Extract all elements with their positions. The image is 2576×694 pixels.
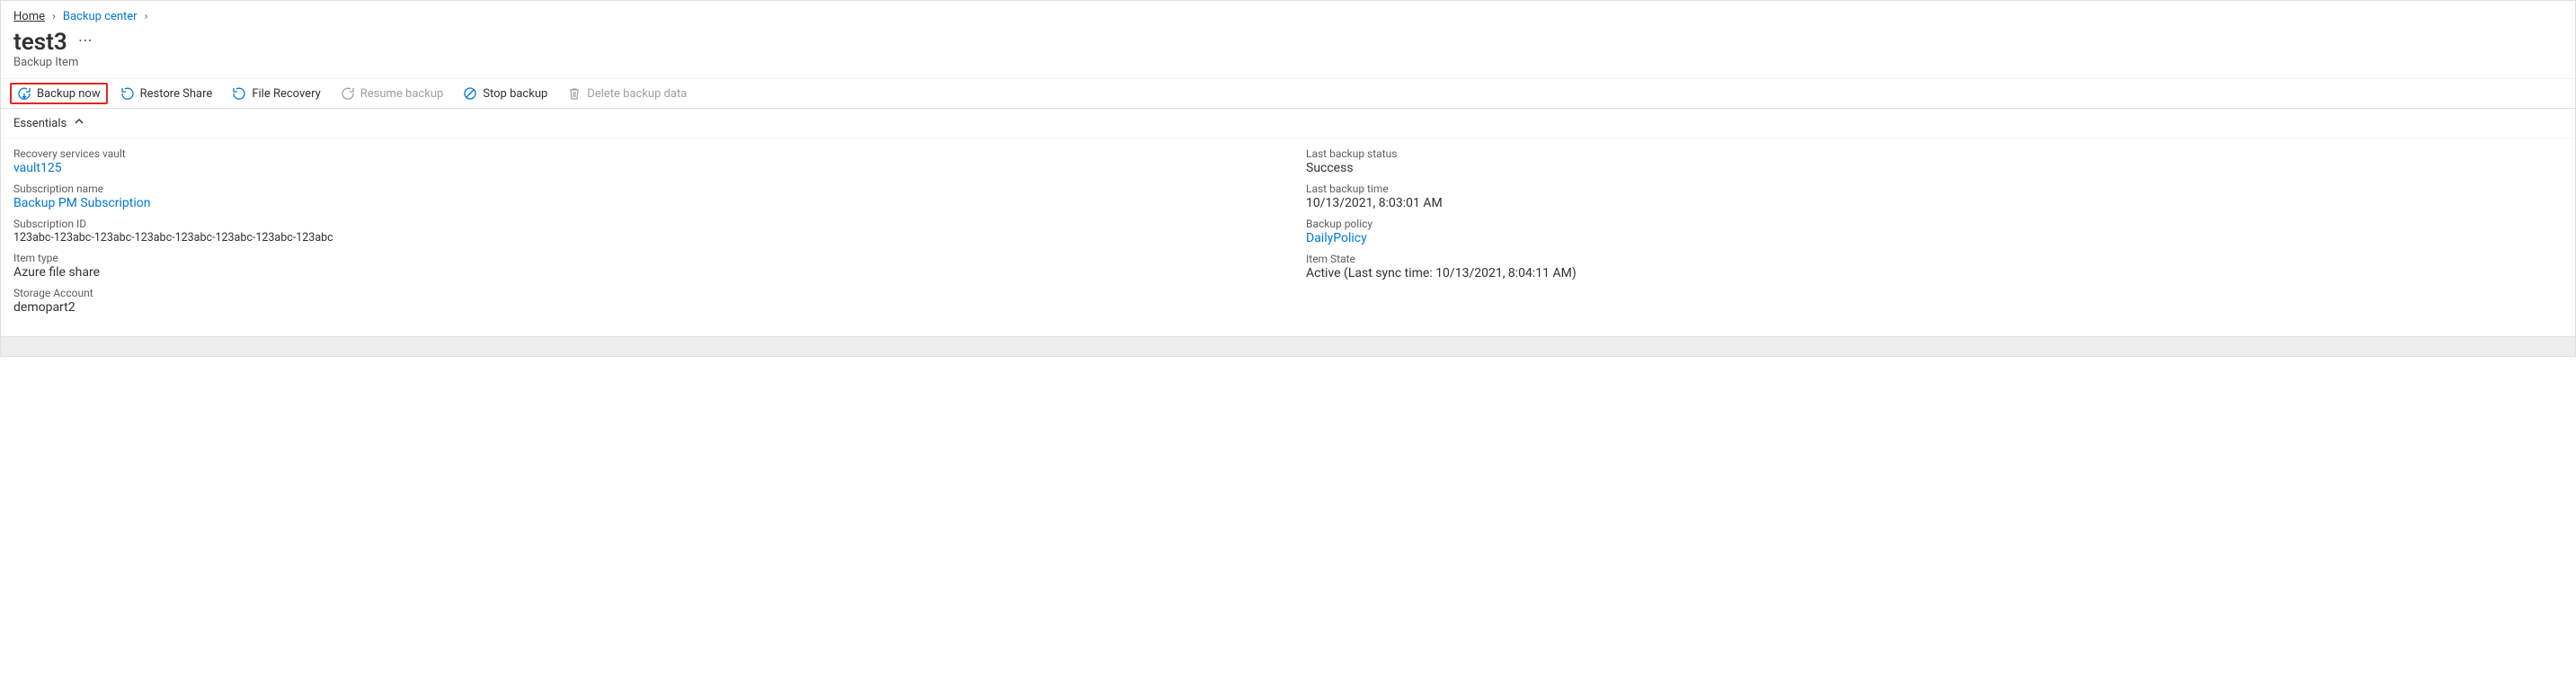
storage-account-value: demopart2	[13, 300, 1270, 315]
last-backup-status-value: Success	[1306, 161, 2563, 175]
restore-icon	[120, 86, 135, 101]
storage-account-label: Storage Account	[13, 287, 1270, 299]
file-recovery-icon	[232, 86, 246, 101]
essentials-panel: Recovery services vault vault125 Subscri…	[1, 138, 2575, 336]
command-bar: Backup now Restore Share File Recovery	[1, 78, 2575, 108]
backup-now-icon	[17, 86, 31, 101]
page-title: test3	[13, 29, 67, 56]
delete-backup-data-button: Delete backup data	[560, 83, 694, 104]
page-subtitle: Backup Item	[1, 56, 2575, 78]
subscription-name-link[interactable]: Backup PM Subscription	[13, 196, 1270, 210]
backup-policy-label: Backup policy	[1306, 218, 2563, 230]
chevron-up-icon	[74, 116, 84, 130]
file-recovery-label: File Recovery	[252, 87, 320, 101]
footer-strip	[1, 336, 2575, 356]
field-item-type: Item type Azure file share	[13, 252, 1270, 280]
last-backup-time-value: 10/13/2021, 8:03:01 AM	[1306, 196, 2563, 210]
more-actions-button[interactable]: ⋯	[78, 31, 93, 54]
restore-share-label: Restore Share	[140, 87, 213, 101]
backup-now-label: Backup now	[37, 87, 101, 101]
page-title-row: test3 ⋯	[1, 25, 2575, 56]
chevron-right-icon: ›	[145, 10, 148, 23]
field-subscription-name: Subscription name Backup PM Subscription	[13, 182, 1270, 210]
field-last-backup-time: Last backup time 10/13/2021, 8:03:01 AM	[1306, 182, 2563, 210]
delete-icon	[567, 86, 582, 101]
item-state-value: Active (Last sync time: 10/13/2021, 8:04…	[1306, 266, 2563, 280]
file-recovery-button[interactable]: File Recovery	[225, 83, 327, 104]
subscription-id-label: Subscription ID	[13, 218, 1270, 230]
essentials-toggle[interactable]: Essentials	[1, 108, 2575, 138]
backup-policy-link[interactable]: DailyPolicy	[1306, 231, 2563, 245]
item-type-label: Item type	[13, 252, 1270, 264]
recovery-vault-label: Recovery services vault	[13, 147, 1270, 160]
breadcrumb-backup-center[interactable]: Backup center	[63, 10, 138, 23]
field-subscription-id: Subscription ID 123abc-123abc-123abc-123…	[13, 218, 1270, 245]
backup-now-button[interactable]: Backup now	[10, 83, 108, 104]
restore-share-button[interactable]: Restore Share	[113, 83, 220, 104]
subscription-id-value: 123abc-123abc-123abc-123abc-123abc-123ab…	[13, 231, 1270, 245]
stop-backup-button[interactable]: Stop backup	[456, 83, 555, 104]
field-storage-account: Storage Account demopart2	[13, 287, 1270, 315]
chevron-right-icon: ›	[52, 10, 56, 23]
resume-backup-button: Resume backup	[333, 83, 451, 104]
last-backup-time-label: Last backup time	[1306, 182, 2563, 195]
recovery-vault-link[interactable]: vault125	[13, 161, 1270, 175]
field-backup-policy: Backup policy DailyPolicy	[1306, 218, 2563, 245]
essentials-label: Essentials	[13, 117, 67, 130]
delete-backup-data-label: Delete backup data	[587, 87, 687, 101]
subscription-name-label: Subscription name	[13, 182, 1270, 195]
field-last-backup-status: Last backup status Success	[1306, 147, 2563, 175]
stop-backup-label: Stop backup	[483, 87, 547, 101]
item-type-value: Azure file share	[13, 265, 1270, 280]
stop-icon	[463, 86, 477, 101]
field-recovery-vault: Recovery services vault vault125	[13, 147, 1270, 175]
essentials-right-column: Last backup status Success Last backup t…	[1306, 147, 2563, 322]
last-backup-status-label: Last backup status	[1306, 147, 2563, 160]
essentials-left-column: Recovery services vault vault125 Subscri…	[13, 147, 1270, 322]
backup-item-page: Home › Backup center › test3 ⋯ Backup It…	[0, 0, 2576, 357]
resume-icon	[341, 86, 355, 101]
breadcrumb: Home › Backup center ›	[1, 1, 2575, 25]
breadcrumb-home[interactable]: Home	[13, 10, 45, 23]
field-item-state: Item State Active (Last sync time: 10/13…	[1306, 253, 2563, 280]
item-state-label: Item State	[1306, 253, 2563, 265]
resume-backup-label: Resume backup	[360, 87, 444, 101]
